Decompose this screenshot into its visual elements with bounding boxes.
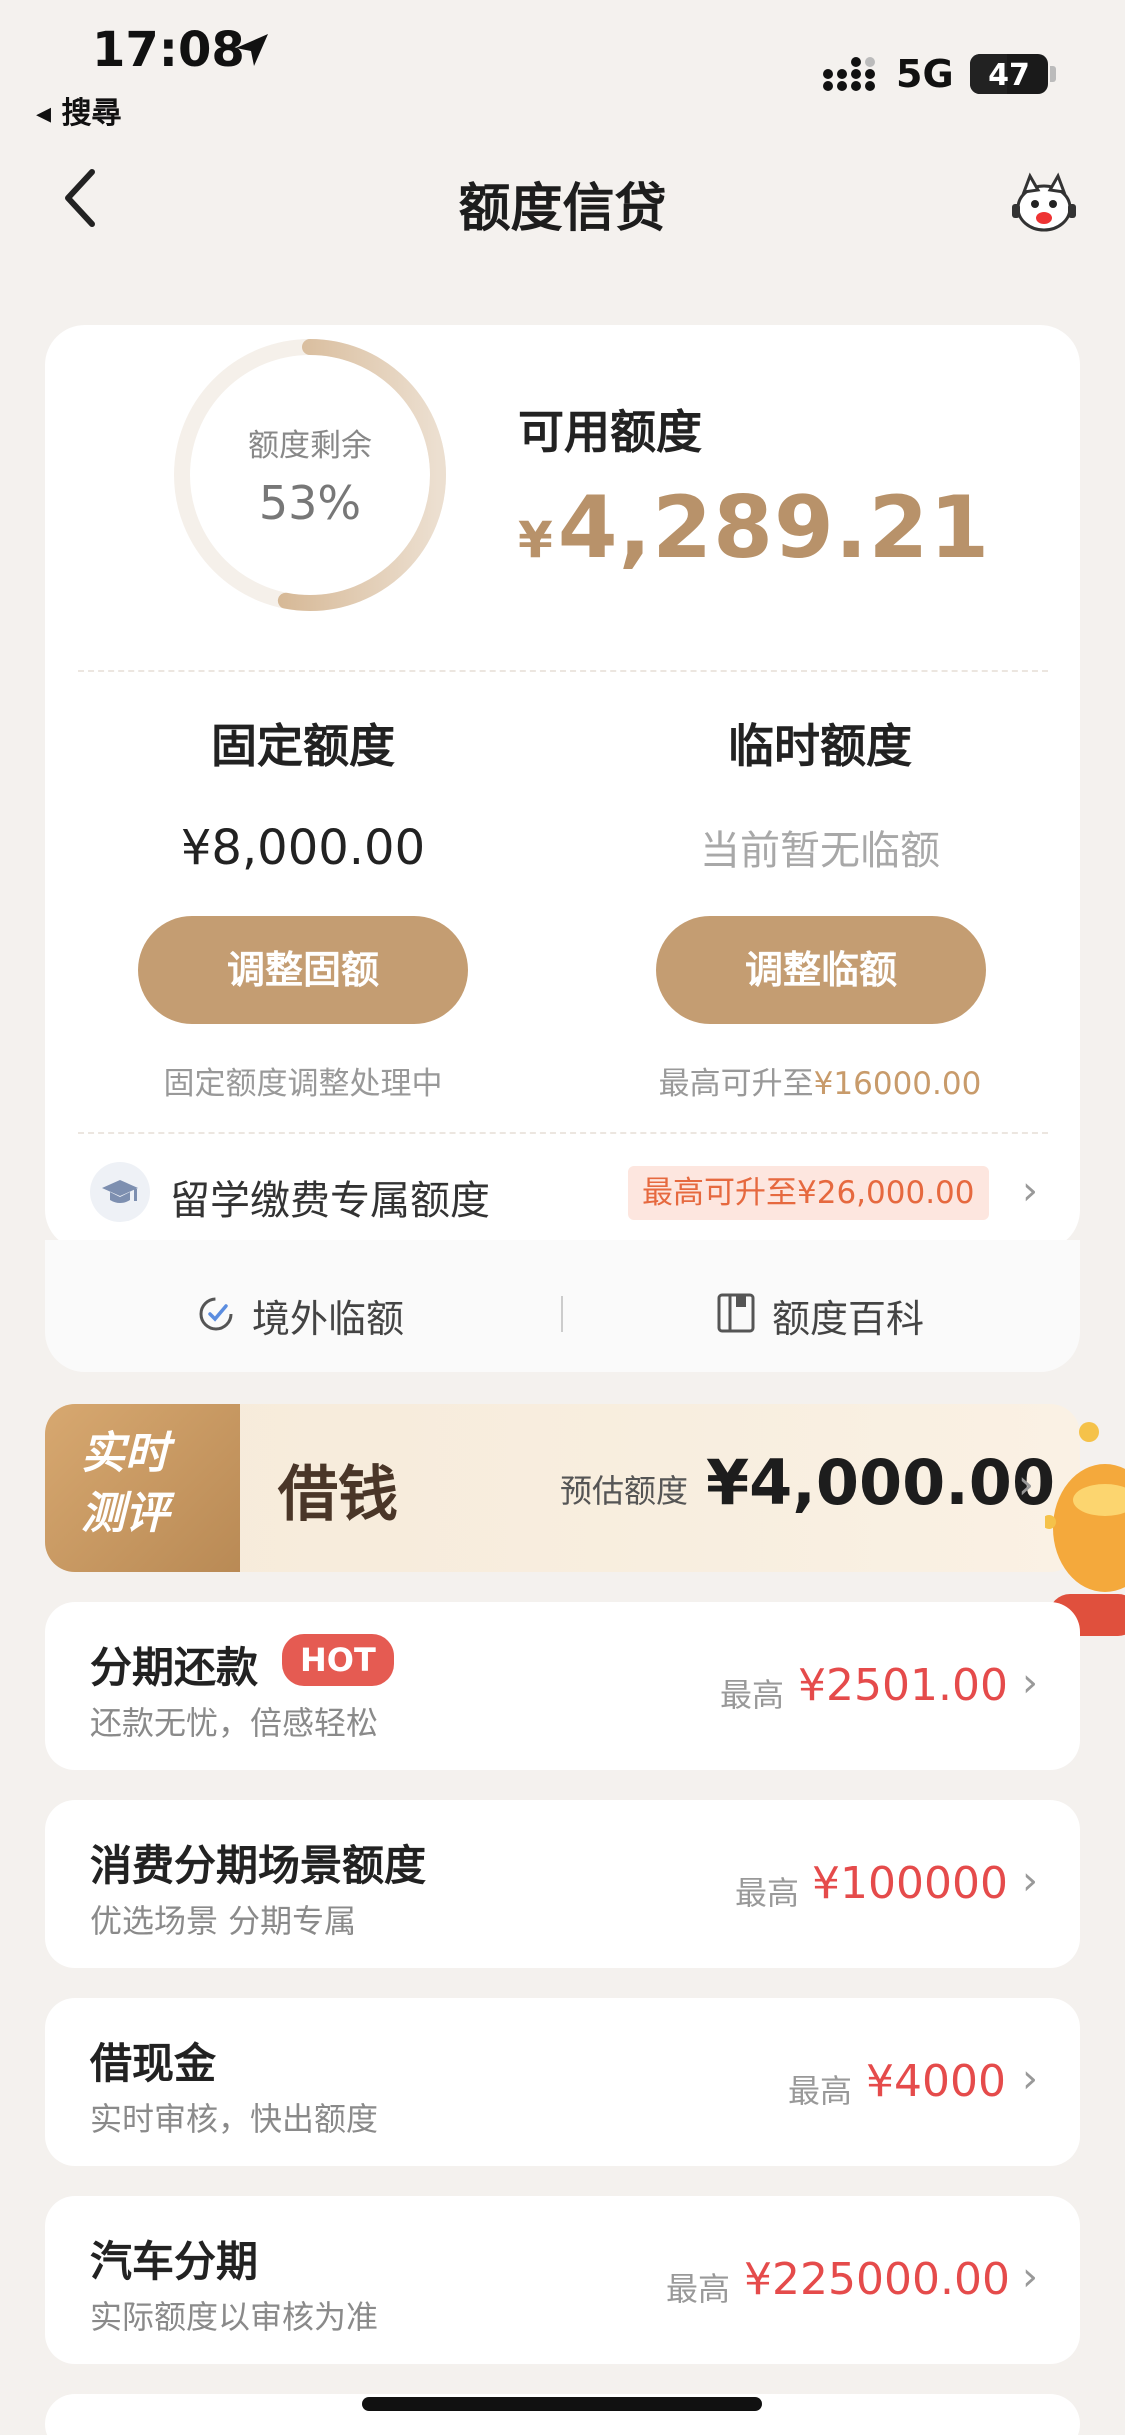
item-max-label: 最高 bbox=[735, 1874, 800, 1912]
study-abroad-credit-label[interactable]: 留学缴费专属额度 bbox=[170, 1168, 490, 1226]
chevron-right-icon[interactable]: › bbox=[1022, 2056, 1038, 2102]
chevron-right-icon[interactable]: › bbox=[1022, 2254, 1038, 2300]
item-subtitle: 还款无忧，倍感轻松 bbox=[90, 1704, 379, 1742]
chevron-right-icon[interactable]: › bbox=[1022, 1168, 1038, 1214]
page-title: 额度信贷 bbox=[458, 179, 667, 239]
temp-credit-title: 临时额度 bbox=[728, 719, 912, 773]
ring-label: 额度剩余 bbox=[248, 428, 372, 464]
item-subtitle: 实时审核，快出额度 bbox=[90, 2100, 379, 2138]
available-amount-value: 4,289.21 bbox=[557, 478, 991, 578]
overseas-temp-credit-link[interactable]: 境外临额 bbox=[252, 1288, 404, 1343]
overseas-refresh-icon bbox=[199, 1297, 233, 1331]
realtime-eval-tag: 实时 测评 bbox=[45, 1404, 240, 1572]
item-title: 借现金 bbox=[90, 2039, 217, 2088]
temp-note-value: ¥16000.00 bbox=[813, 1066, 982, 1102]
ring-percent: 53% bbox=[258, 476, 362, 530]
item-max-label: 最高 bbox=[720, 1676, 785, 1714]
item-value: ¥2501.00 bbox=[798, 1660, 1008, 1711]
item-max-label: 最高 bbox=[666, 2270, 731, 2308]
item-title: 分期还款 bbox=[90, 1643, 259, 1692]
chevron-right-icon[interactable]: › bbox=[1018, 1462, 1034, 1508]
location-arrow-icon bbox=[236, 34, 268, 66]
divider bbox=[78, 1132, 1048, 1134]
chevron-right-icon[interactable]: › bbox=[1022, 1660, 1038, 1706]
footer-divider bbox=[561, 1296, 563, 1332]
item-max-label: 最高 bbox=[788, 2072, 853, 2110]
item-subtitle: 优选场景 分期专属 bbox=[90, 1902, 357, 1940]
borrow-estimate-amount: ¥4,000.00 bbox=[706, 1446, 1056, 1519]
temp-note-prefix: 最高可升至 bbox=[658, 1066, 814, 1102]
status-time: 17:08 bbox=[92, 22, 245, 78]
graduation-cap-icon bbox=[90, 1162, 150, 1222]
divider bbox=[78, 670, 1048, 672]
item-subtitle: 实际额度以审核为准 bbox=[90, 2298, 379, 2336]
network-type: 5G bbox=[896, 52, 954, 96]
item-value: ¥100000 bbox=[812, 1858, 1008, 1909]
adjust-temp-credit-button[interactable]: 调整临额 bbox=[656, 916, 986, 1024]
fixed-credit-title: 固定额度 bbox=[211, 719, 395, 773]
tag-line-2: 测评 bbox=[81, 1488, 169, 1539]
available-credit-label: 可用额度 bbox=[518, 405, 702, 459]
available-credit-amount: ¥4,289.21 bbox=[518, 478, 990, 578]
hot-badge: HOT bbox=[282, 1634, 394, 1686]
item-value: ¥4000 bbox=[866, 2056, 1006, 2107]
tag-line-1: 实时 bbox=[81, 1428, 169, 1479]
adjust-fixed-credit-button[interactable]: 调整固额 bbox=[138, 916, 468, 1024]
fixed-credit-note: 固定额度调整处理中 bbox=[163, 1066, 443, 1102]
book-icon bbox=[717, 1293, 755, 1333]
item-title: 汽车分期 bbox=[90, 2237, 259, 2286]
remaining-credit-ring bbox=[174, 339, 446, 611]
battery-icon: 47 bbox=[970, 54, 1048, 94]
credit-wiki-link[interactable]: 额度百科 bbox=[772, 1288, 924, 1343]
borrow-estimate-label: 预估额度 bbox=[560, 1472, 689, 1510]
temp-credit-note: 最高可升至¥16000.00 bbox=[610, 1058, 1030, 1103]
currency-symbol: ¥ bbox=[518, 511, 554, 569]
mascot-assistant-icon[interactable] bbox=[1008, 168, 1080, 240]
back-to-app-link[interactable]: ◂ 搜尋 bbox=[36, 88, 122, 132]
temp-credit-status: 当前暂无临额 bbox=[700, 828, 940, 874]
home-indicator[interactable] bbox=[362, 2397, 762, 2411]
borrow-title: 借钱 bbox=[278, 1460, 398, 1530]
item-value: ¥225000.00 bbox=[744, 2254, 1010, 2305]
cellular-signal-icon bbox=[823, 57, 875, 91]
battery-level: 47 bbox=[988, 58, 1030, 93]
battery-cap bbox=[1050, 66, 1056, 82]
study-abroad-badge: 最高可升至¥26,000.00 bbox=[628, 1166, 989, 1220]
fixed-credit-amount: ¥8,000.00 bbox=[180, 820, 426, 876]
item-title: 消费分期场景额度 bbox=[90, 1841, 427, 1890]
chevron-right-icon[interactable]: › bbox=[1022, 1858, 1038, 1904]
